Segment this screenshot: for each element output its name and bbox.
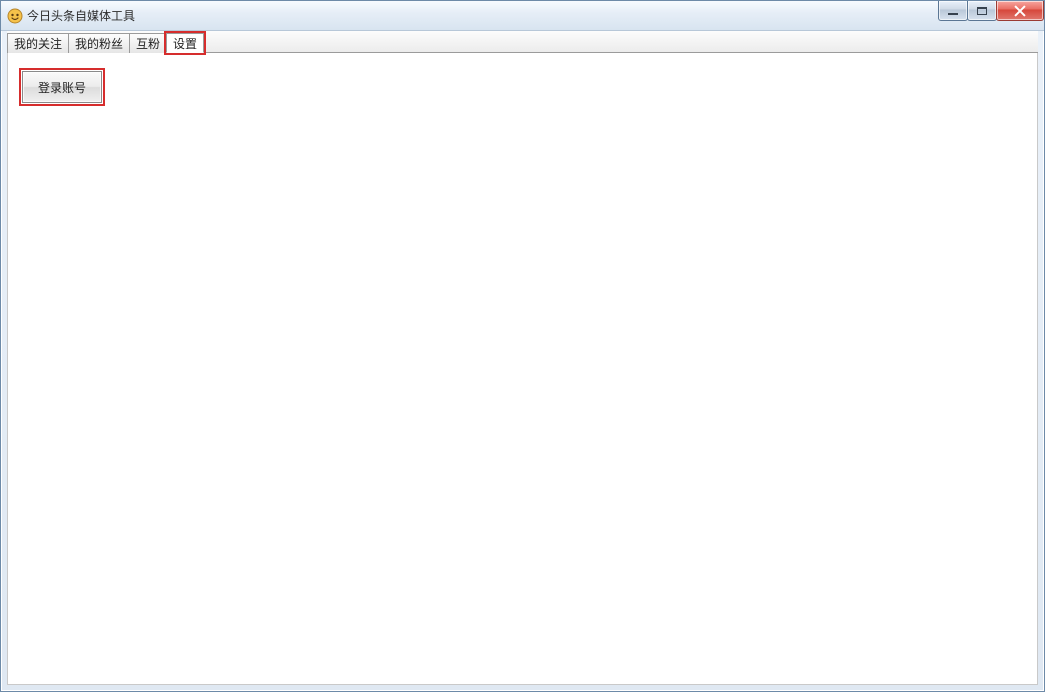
tab-mutual[interactable]: 互粉: [129, 33, 167, 53]
window-title: 今日头条自媒体工具: [27, 7, 135, 24]
client-area: 我的关注 我的粉丝 互粉 设置 登录账号: [7, 31, 1038, 685]
minimize-button[interactable]: [938, 1, 968, 21]
app-icon: [7, 8, 23, 24]
tab-my-follows[interactable]: 我的关注: [7, 33, 69, 53]
tab-my-fans[interactable]: 我的粉丝: [68, 33, 130, 53]
button-label: 登录账号: [38, 79, 86, 96]
close-button[interactable]: [996, 1, 1044, 21]
tab-label: 我的关注: [14, 35, 62, 52]
tab-settings[interactable]: 设置: [166, 33, 204, 53]
title-bar[interactable]: 今日头条自媒体工具: [1, 1, 1044, 31]
tab-strip: 我的关注 我的粉丝 互粉 设置: [7, 31, 1038, 53]
app-window: 今日头条自媒体工具 我的关注 我的粉丝 互粉: [0, 0, 1045, 692]
tab-label: 设置: [173, 35, 197, 52]
tab-label: 互粉: [136, 35, 160, 52]
maximize-button[interactable]: [967, 1, 997, 21]
maximize-icon: [977, 7, 987, 15]
login-account-button[interactable]: 登录账号: [22, 71, 102, 103]
window-controls: [938, 1, 1044, 21]
tab-content-settings: 登录账号: [7, 53, 1038, 685]
minimize-icon: [948, 13, 958, 15]
tab-label: 我的粉丝: [75, 35, 123, 52]
close-icon: [1014, 5, 1026, 17]
